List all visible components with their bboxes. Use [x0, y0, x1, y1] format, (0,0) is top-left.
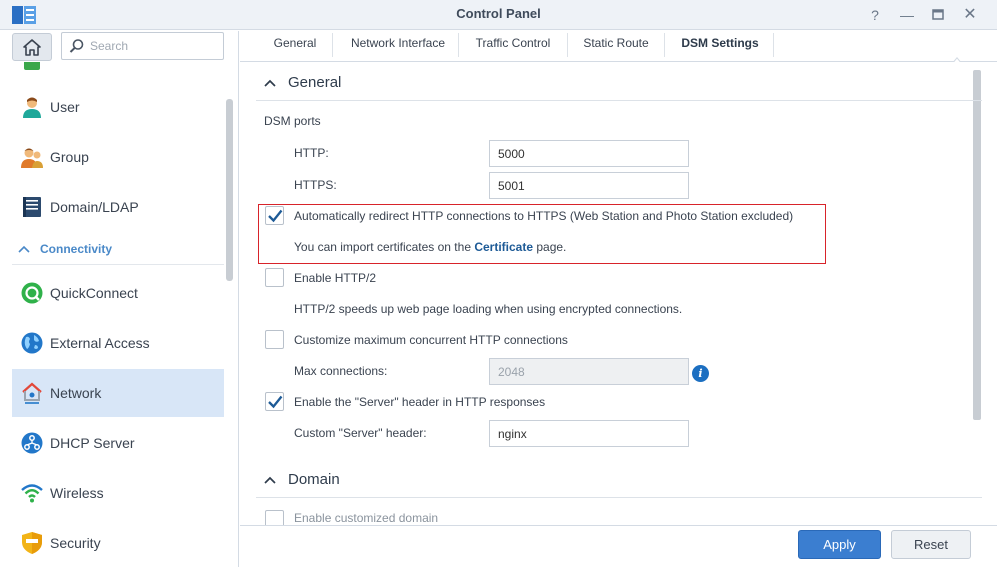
max-connections-input[interactable]: [489, 358, 689, 385]
apply-button[interactable]: Apply: [798, 530, 881, 559]
help-icon[interactable]: ?: [865, 5, 885, 25]
enable-http2-checkbox[interactable]: [265, 268, 284, 287]
server-header-label[interactable]: Enable the "Server" header in HTTP respo…: [294, 395, 545, 409]
certificate-link[interactable]: Certificate: [474, 240, 533, 254]
sidebar: User Group Domain/LDAP Connectivity: [0, 31, 239, 567]
sidebar-item-label: Security: [50, 535, 101, 551]
max-connections-option-label[interactable]: Customize maximum concurrent HTTP connec…: [294, 333, 568, 347]
globe-icon: [21, 332, 43, 354]
chevron-up-icon: [264, 79, 276, 87]
http-port-input[interactable]: [489, 140, 689, 167]
shield-icon: [22, 532, 42, 554]
max-connections-checkbox[interactable]: [265, 330, 284, 349]
user-icon: [23, 97, 41, 118]
settings-panel: General DSM ports HTTP: HTTPS: Automatic…: [240, 62, 997, 525]
quickconnect-icon: [21, 282, 43, 304]
sidebar-item-label: Network: [50, 385, 102, 401]
section-connectivity-toggle[interactable]: Connectivity: [18, 242, 112, 256]
tab-traffic-control[interactable]: Traffic Control: [464, 31, 562, 62]
close-icon[interactable]: ✕: [960, 5, 980, 25]
chevron-up-icon: [264, 476, 276, 484]
tab-general[interactable]: General: [258, 31, 332, 62]
checkmark-icon: [268, 395, 283, 409]
group-icon: [21, 148, 43, 168]
customized-domain-label[interactable]: Enable customized domain: [294, 511, 438, 525]
search-box[interactable]: [61, 32, 224, 60]
chevron-up-icon: [18, 245, 30, 253]
wifi-icon: [21, 484, 43, 503]
custom-server-header-label: Custom "Server" header:: [294, 426, 427, 440]
home-button[interactable]: [12, 33, 52, 61]
sidebar-item-security[interactable]: Security: [12, 519, 224, 567]
tab-dsm-settings[interactable]: DSM Settings: [670, 31, 770, 62]
domain-ldap-icon: [23, 197, 41, 217]
http-port-label: HTTP:: [294, 146, 329, 160]
https-port-input[interactable]: [489, 172, 689, 199]
sidebar-item-label: DHCP Server: [50, 435, 135, 451]
info-icon[interactable]: i: [692, 365, 709, 382]
customized-domain-checkbox[interactable]: [265, 510, 284, 525]
section-title: General: [288, 74, 342, 91]
sidebar-item-domain-ldap[interactable]: Domain/LDAP: [12, 183, 224, 231]
minimize-icon[interactable]: —: [897, 5, 917, 25]
title-bar: Control Panel ? — ✕: [0, 0, 997, 30]
sidebar-item-label: QuickConnect: [50, 285, 138, 301]
checkmark-icon: [268, 209, 283, 223]
redirect-https-label[interactable]: Automatically redirect HTTP connections …: [294, 209, 793, 223]
home-icon: [23, 38, 41, 56]
custom-server-header-input[interactable]: [489, 420, 689, 447]
certificate-note-text: You can import certificates on the: [294, 240, 475, 254]
max-connections-label: Max connections:: [294, 364, 388, 378]
section-general-header[interactable]: General: [256, 67, 982, 101]
content-scrollbar[interactable]: [973, 70, 981, 420]
sidebar-item-label: Wireless: [50, 485, 104, 501]
http2-description: HTTP/2 speeds up web page loading when u…: [294, 302, 683, 316]
maximize-icon[interactable]: [928, 5, 948, 25]
partially-hidden-nav-item: [22, 61, 202, 71]
tab-network-interface[interactable]: Network Interface: [338, 31, 458, 62]
server-header-checkbox[interactable]: [265, 392, 284, 411]
divider: [458, 33, 459, 57]
sidebar-item-group[interactable]: Group: [12, 133, 224, 181]
tab-static-route[interactable]: Static Route: [572, 31, 660, 62]
sidebar-item-dhcp-server[interactable]: DHCP Server: [12, 419, 224, 467]
dhcp-icon: [21, 432, 43, 454]
divider: [332, 33, 333, 57]
divider: [12, 264, 224, 265]
sidebar-item-label: External Access: [50, 335, 150, 351]
section-title: Domain: [288, 471, 340, 488]
sidebar-item-label: Group: [50, 149, 89, 165]
section-title: Connectivity: [40, 242, 113, 256]
enable-http2-label[interactable]: Enable HTTP/2: [294, 271, 376, 285]
section-domain-header[interactable]: Domain: [256, 464, 982, 498]
sidebar-item-user[interactable]: User: [12, 83, 224, 131]
sidebar-item-label: Domain/LDAP: [50, 199, 139, 215]
network-house-icon: [22, 382, 42, 404]
dsm-ports-label: DSM ports: [264, 114, 321, 128]
tab-bar: General Network Interface Traffic Contro…: [240, 31, 997, 63]
sidebar-item-wireless[interactable]: Wireless: [12, 469, 224, 517]
divider: [773, 33, 774, 57]
window-title: Control Panel: [456, 6, 541, 21]
sidebar-scrollbar[interactable]: [226, 99, 233, 281]
sidebar-item-label: User: [50, 99, 80, 115]
search-icon: [69, 39, 84, 53]
divider: [567, 33, 568, 57]
certificate-note: You can import certificates on the Certi…: [294, 240, 566, 254]
sidebar-item-external-access[interactable]: External Access: [12, 319, 224, 367]
redirect-https-checkbox[interactable]: [265, 206, 284, 225]
certificate-note-text: page.: [533, 240, 567, 254]
reset-button[interactable]: Reset: [891, 530, 971, 559]
search-input[interactable]: [90, 39, 210, 53]
https-port-label: HTTPS:: [294, 178, 337, 192]
divider: [664, 33, 665, 57]
sidebar-item-quickconnect[interactable]: QuickConnect: [12, 269, 224, 317]
footer-bar: Apply Reset: [240, 525, 997, 567]
sidebar-item-network[interactable]: Network: [12, 369, 224, 417]
